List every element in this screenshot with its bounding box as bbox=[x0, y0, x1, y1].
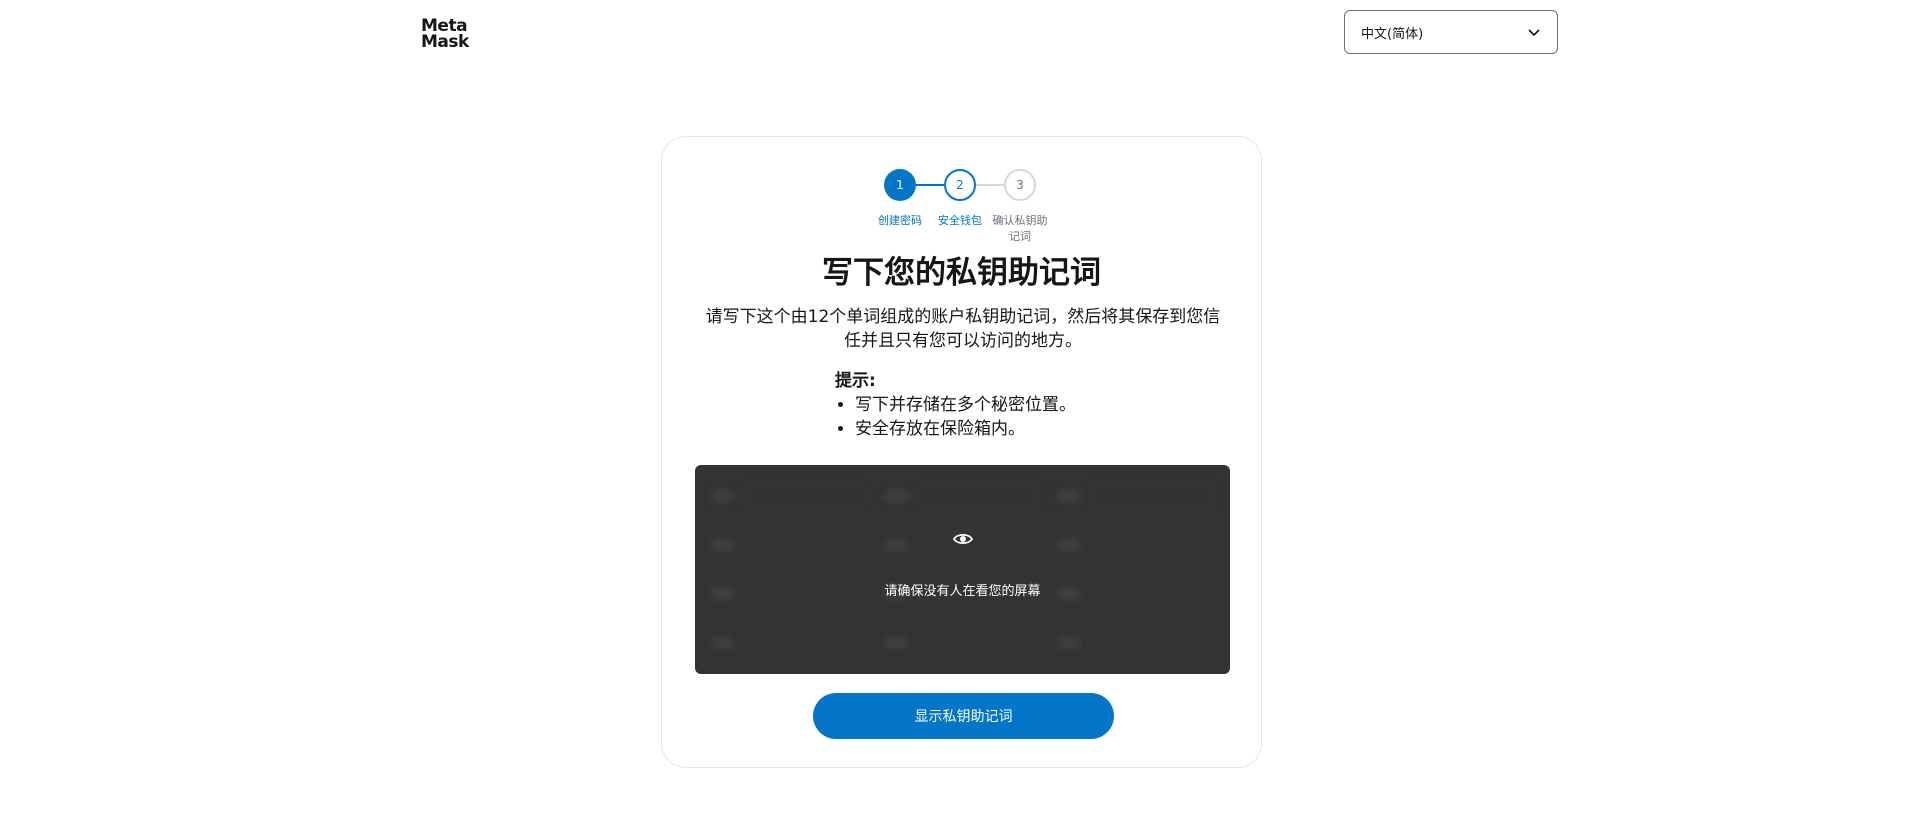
step-1-label: 创建密码 bbox=[878, 214, 922, 227]
reveal-srp-button[interactable]: 显示私钥助记词 bbox=[813, 693, 1114, 739]
blurred-word-grid bbox=[711, 477, 1214, 662]
onboarding-card: 1 2 3 创建密码 安全钱包 确认私钥助记词 写下您的私钥助记词 请写下这个由… bbox=[661, 136, 1262, 768]
blurred-word bbox=[884, 625, 1041, 662]
chevron-down-icon bbox=[1528, 29, 1540, 37]
step-2-circle: 2 bbox=[944, 169, 976, 201]
step-3-circle: 3 bbox=[1004, 169, 1036, 201]
step-connector-2 bbox=[976, 184, 1004, 186]
eye-icon[interactable] bbox=[953, 529, 973, 549]
page-description: 请写下这个由12个单词组成的账户私钥助记词，然后将其保存到您信任并且只有您可以访… bbox=[705, 307, 1221, 351]
blurred-word bbox=[711, 526, 867, 563]
blurred-word bbox=[1058, 477, 1214, 514]
tip-item: 写下并存储在多个秘密位置。 bbox=[855, 393, 1135, 417]
page-title: 写下您的私钥助记词 bbox=[822, 255, 1101, 291]
step-connector-1 bbox=[916, 184, 944, 186]
blurred-word bbox=[1058, 625, 1214, 662]
tips-list: 写下并存储在多个秘密位置。 安全存放在保险箱内。 bbox=[835, 393, 1135, 441]
metamask-logo: Meta Mask bbox=[421, 18, 485, 54]
tips-title: 提示: bbox=[835, 371, 876, 391]
blurred-word bbox=[711, 625, 867, 662]
progress-stepper: 1 2 3 创建密码 安全钱包 确认私钥助记词 bbox=[662, 169, 1261, 249]
language-select[interactable]: 中文(简体) bbox=[1344, 10, 1558, 54]
logo-line-2: Mask bbox=[421, 32, 469, 52]
blurred-word bbox=[711, 477, 867, 514]
tip-item: 安全存放在保险箱内。 bbox=[855, 417, 1135, 441]
blurred-word bbox=[1058, 526, 1214, 563]
blurred-word bbox=[884, 477, 1041, 514]
srp-blurred-box[interactable]: 请确保没有人在看您的屏幕 bbox=[695, 465, 1230, 674]
language-select-value: 中文(简体) bbox=[1361, 26, 1424, 42]
srp-privacy-warning: 请确保没有人在看您的屏幕 bbox=[884, 584, 1041, 599]
tips-section: 提示: 写下并存储在多个秘密位置。 安全存放在保险箱内。 bbox=[835, 369, 1135, 441]
step-2-label: 安全钱包 bbox=[938, 214, 982, 227]
step-1-circle: 1 bbox=[884, 169, 916, 201]
step-3-label: 确认私钥助记词 bbox=[992, 214, 1048, 243]
